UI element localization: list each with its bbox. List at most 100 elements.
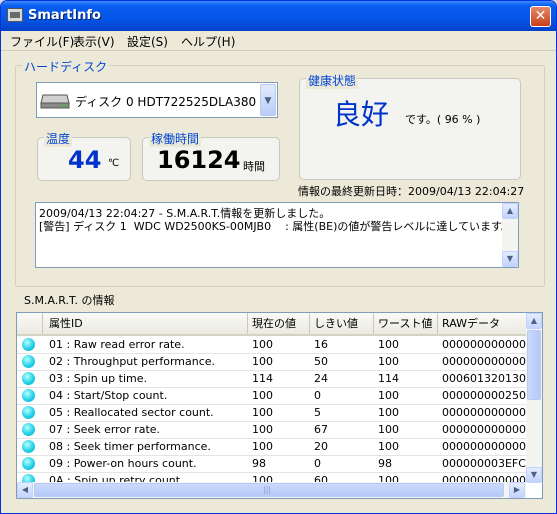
- row-attribute-id: 09 : Power-on hours count.: [49, 457, 197, 470]
- table-row[interactable]: 05 : Reallocated sector count. 100 5 100 000…: [17, 404, 526, 422]
- menu-view[interactable]: 表示(V): [73, 33, 115, 50]
- row-current-value: 100: [252, 406, 273, 419]
- row-worst-value: 100: [378, 338, 399, 351]
- row-threshold: 0: [314, 389, 321, 402]
- chevron-down-icon[interactable]: ▼: [260, 84, 276, 116]
- row-raw-data: 000601320130: [442, 372, 526, 385]
- table-row[interactable]: 07 : Seek error rate. 100 67 100 00000000000…: [17, 421, 526, 439]
- table-horizontal-scrollbar[interactable]: ◀ ||| ▶: [17, 482, 526, 498]
- scroll-left-icon[interactable]: ◀: [17, 482, 33, 498]
- smart-table[interactable]: 属性ID 現在の値 しきい値 ワースト値 RAWデータ 01 : Raw rea…: [16, 312, 543, 499]
- close-button[interactable]: ✕: [530, 6, 551, 27]
- row-raw-data: 000000000000: [442, 440, 526, 453]
- power-on-value: 16124: [157, 146, 241, 174]
- row-current-value: 98: [252, 457, 266, 470]
- scroll-down-icon[interactable]: ▼: [526, 467, 542, 483]
- status-dot-icon: [22, 355, 35, 368]
- menu-bar: ファイル(F) 表示(V) 設定(S) ヘルプ(H): [1, 31, 556, 51]
- status-dot-icon: [22, 338, 35, 351]
- row-threshold: 5: [314, 406, 321, 419]
- header-attribute-id[interactable]: 属性ID: [43, 313, 248, 334]
- horizontal-scroll-thumb[interactable]: |||: [34, 483, 504, 497]
- row-worst-value: 100: [378, 355, 399, 368]
- row-threshold: 24: [314, 372, 328, 385]
- row-worst-value: 100: [378, 440, 399, 453]
- row-attribute-id: 02 : Throughput performance.: [49, 355, 216, 368]
- app-icon[interactable]: [7, 8, 23, 22]
- table-vertical-scrollbar[interactable]: ▲ ▼: [526, 313, 542, 483]
- row-raw-data: 000000000250: [442, 389, 526, 402]
- row-raw-data: 000000000000: [442, 338, 526, 351]
- table-row[interactable]: 09 : Power-on hours count. 98 0 98 000000003…: [17, 455, 526, 473]
- row-threshold: 50: [314, 355, 328, 368]
- table-row[interactable]: 04 : Start/Stop count. 100 0 100 00000000025…: [17, 387, 526, 405]
- status-dot-icon: [22, 389, 35, 402]
- power-on-box: 稼働時間 16124 時間: [142, 130, 280, 181]
- menu-settings[interactable]: 設定(S): [127, 33, 168, 50]
- header-worst-value[interactable]: ワースト値: [374, 313, 438, 334]
- smart-section-label: S.M.A.R.T. の情報: [24, 294, 115, 307]
- log-textarea[interactable]: 2009/04/13 22:04:27 - S.M.A.R.T.情報を更新しまし…: [35, 202, 519, 268]
- health-box: 健康状態 良好 です。( 96 % ): [299, 72, 521, 180]
- scroll-right-icon[interactable]: ▶: [509, 482, 525, 498]
- row-worst-value: 100: [378, 423, 399, 436]
- row-threshold: 0: [314, 457, 321, 470]
- status-dot-icon: [22, 406, 35, 419]
- temperature-unit: ℃: [108, 158, 120, 169]
- scroll-up-icon[interactable]: ▲: [502, 203, 518, 219]
- title-bar[interactable]: SmartInfo ✕: [1, 1, 556, 31]
- row-attribute-id: 01 : Raw read error rate.: [49, 338, 185, 351]
- row-current-value: 100: [252, 423, 273, 436]
- health-percent: です。( 96 % ): [405, 113, 481, 126]
- table-row[interactable]: 03 : Spin up time. 114 24 114 000601320130: [17, 370, 526, 388]
- close-icon: ✕: [534, 8, 547, 24]
- selected-disk: ディスク 0 HDT722525DLA380: [75, 95, 257, 109]
- header-icon-col[interactable]: [17, 313, 43, 334]
- health-label: 健康状態: [306, 72, 359, 89]
- row-current-value: 100: [252, 440, 273, 453]
- window-title: SmartInfo: [28, 8, 101, 23]
- status-dot-icon: [22, 440, 35, 453]
- table-row[interactable]: 08 : Seek timer performance. 100 20 100 0000…: [17, 438, 526, 456]
- temperature-label: 温度: [44, 130, 73, 147]
- temperature-value: 44: [68, 146, 102, 174]
- menu-help[interactable]: ヘルプ(H): [181, 33, 235, 50]
- header-current-value[interactable]: 現在の値: [248, 313, 310, 334]
- disk-select[interactable]: ディスク 0 HDT722525DLA380 ▼: [36, 82, 278, 118]
- row-attribute-id: 05 : Reallocated sector count.: [49, 406, 214, 419]
- row-raw-data: 000000003EFC: [442, 457, 526, 470]
- power-on-label: 稼働時間: [149, 130, 202, 147]
- row-threshold: 16: [314, 338, 328, 351]
- header-raw-data[interactable]: RAWデータ: [438, 313, 526, 334]
- harddisk-group-title: ハードディスク: [22, 58, 110, 75]
- row-threshold: 20: [314, 440, 328, 453]
- row-threshold: 67: [314, 423, 328, 436]
- table-row[interactable]: 02 : Throughput performance. 100 50 100 0000…: [17, 353, 526, 371]
- row-attribute-id: 04 : Start/Stop count.: [49, 389, 168, 402]
- row-worst-value: 100: [378, 406, 399, 419]
- app-window: SmartInfo ✕ ファイル(F) 表示(V) 設定(S) ヘルプ(H) ハ…: [0, 0, 557, 514]
- vertical-scroll-thumb[interactable]: [527, 330, 541, 400]
- header-threshold[interactable]: しきい値: [310, 313, 374, 334]
- power-on-unit: 時間: [243, 160, 265, 173]
- row-worst-value: 98: [378, 457, 392, 470]
- last-update-time: 情報の最終更新日時：2009/04/13 22:04:27: [298, 185, 525, 198]
- hard-disk-icon: [40, 94, 70, 109]
- scroll-up-icon[interactable]: ▲: [526, 313, 542, 329]
- row-current-value: 100: [252, 355, 273, 368]
- row-current-value: 100: [252, 389, 273, 402]
- row-attribute-id: 07 : Seek error rate.: [49, 423, 161, 436]
- menu-file[interactable]: ファイル(F): [10, 33, 74, 50]
- row-raw-data: 000000000000: [442, 355, 526, 368]
- status-dot-icon: [22, 372, 35, 385]
- status-dot-icon: [22, 423, 35, 436]
- health-status: 良好: [333, 98, 390, 131]
- row-worst-value: 100: [378, 389, 399, 402]
- row-raw-data: 000000000000: [442, 423, 526, 436]
- scroll-down-icon[interactable]: ▼: [502, 251, 518, 267]
- table-row[interactable]: 01 : Raw read error rate. 100 16 100 0000000…: [17, 336, 526, 354]
- status-dot-icon: [22, 457, 35, 470]
- log-scrollbar[interactable]: ▲ ▼: [502, 203, 518, 267]
- row-raw-data: 000000000000: [442, 406, 526, 419]
- log-line: [警告] ディスク 1 WDC WD2500KS-00MJB0 : 属性(BE)…: [39, 220, 512, 233]
